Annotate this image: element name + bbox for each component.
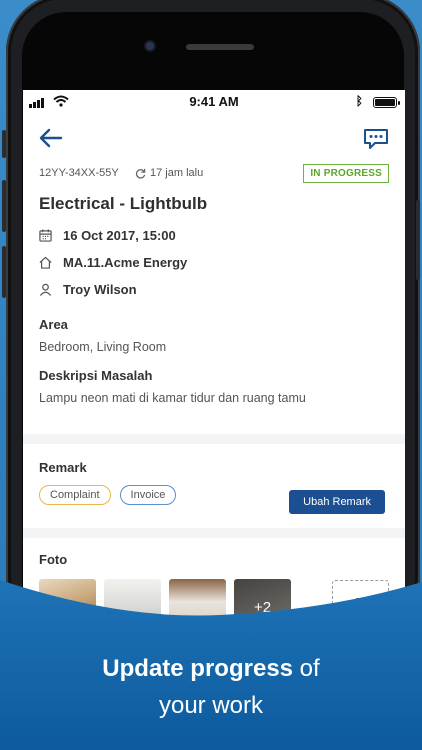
area-label: Area — [39, 317, 68, 332]
home-icon — [39, 256, 63, 269]
chat-icon[interactable] — [363, 128, 389, 150]
status-badge: IN PROGRESS — [303, 164, 389, 183]
person-row: Troy Wilson — [39, 276, 389, 303]
ticket-title: Electrical - Lightbulb — [39, 194, 208, 213]
ticket-code: 12YY-34XX-55Y — [39, 167, 119, 179]
chip-invoice[interactable]: Invoice — [119, 485, 177, 505]
back-arrow-icon[interactable] — [39, 128, 63, 148]
camera-icon — [144, 40, 156, 52]
edit-remark-button[interactable]: Ubah Remark — [289, 490, 385, 514]
description-label: Deskripsi Masalah — [39, 368, 153, 383]
remark-card: Remark Complaint Invoice Ubah Remark — [23, 444, 405, 528]
volume-down-button — [2, 246, 6, 298]
tagline-line2: your work — [158, 692, 264, 719]
area-value: Bedroom, Living Room — [39, 340, 167, 354]
user-icon — [39, 283, 63, 296]
remark-label: Remark — [39, 460, 87, 475]
ticket-card: 12YY-34XX-55Y 17 jam lalu IN PROGRESS El… — [23, 114, 405, 434]
last-updated-text: 17 jam lalu — [150, 167, 204, 179]
tagline-line1: Update progress of — [0, 650, 422, 687]
location-text: MA.11.Acme Energy — [63, 255, 188, 270]
description-value: Lampu neon mati di kamar tidur dan ruang… — [39, 391, 306, 405]
tagline-highlight: Update progress — [102, 655, 294, 682]
last-updated: 17 jam lalu — [135, 167, 203, 179]
ticket-meta: 12YY-34XX-55Y 17 jam lalu IN PROGRESS — [39, 164, 389, 188]
bluetooth-icon: ᛒ — [355, 94, 363, 108]
battery-icon — [373, 97, 400, 108]
nav-bar — [39, 114, 389, 164]
person-text: Troy Wilson — [63, 282, 137, 297]
tagline-rest: of — [293, 655, 320, 682]
volume-up-button — [2, 180, 6, 232]
power-button — [416, 200, 420, 280]
speaker-grille — [186, 44, 254, 50]
calendar-icon — [39, 229, 63, 242]
status-bar: 9:41 AM ᛒ — [23, 90, 405, 114]
refresh-icon — [135, 168, 146, 179]
clock: 9:41 AM — [189, 94, 239, 109]
tagline: Update progress of your work — [0, 650, 422, 724]
mute-switch — [2, 130, 6, 158]
datetime-row: 16 Oct 2017, 15:00 — [39, 222, 389, 249]
datetime-text: 16 Oct 2017, 15:00 — [63, 228, 176, 243]
location-row: MA.11.Acme Energy — [39, 249, 389, 276]
chip-complaint[interactable]: Complaint — [39, 485, 111, 505]
